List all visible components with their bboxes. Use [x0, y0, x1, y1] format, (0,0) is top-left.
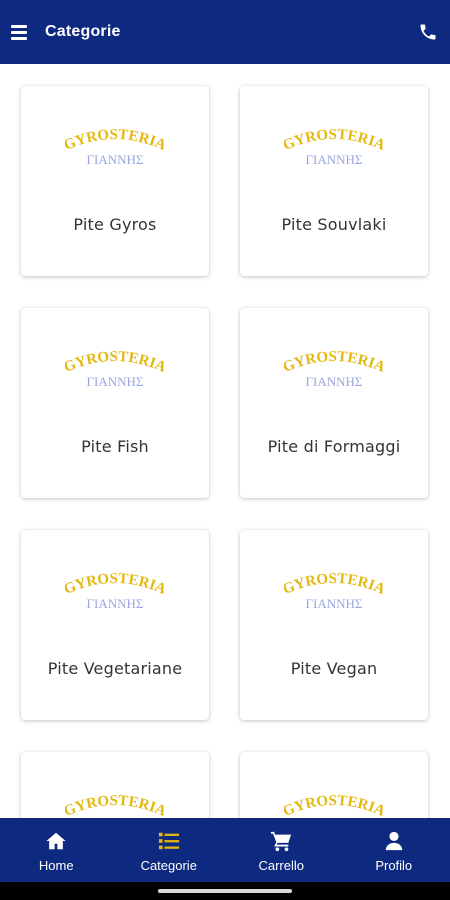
menu-icon[interactable]: [11, 24, 31, 40]
gyrosteria-logo: GYROSTERIA ΓΙΑΝΝΗΣ: [284, 794, 384, 818]
nav-label-profilo: Profilo: [375, 858, 413, 873]
page-title: Categorie: [45, 23, 121, 40]
cart-icon: [271, 831, 292, 852]
user-icon: [385, 831, 402, 851]
nav-item-profilo[interactable]: Profilo: [338, 818, 450, 882]
nav-label-home: Home: [38, 858, 74, 873]
svg-text:ΓΙΑΝΝΗΣ: ΓΙΑΝΝΗΣ: [87, 152, 144, 167]
nav-item-categorie[interactable]: Categorie: [113, 818, 226, 882]
category-card-7[interactable]: GYROSTERIA ΓΙΑΝΝΗΣ: [21, 752, 209, 818]
gyrosteria-logo: GYROSTERIA ΓΙΑΝΝΗΣ: [65, 350, 165, 389]
gyrosteria-logo: GYROSTERIA ΓΙΑΝΝΗΣ: [65, 572, 165, 611]
phone-icon[interactable]: [418, 22, 438, 42]
svg-text:ΓΙΑΝΝΗΣ: ΓΙΑΝΝΗΣ: [87, 374, 144, 389]
category-label: Pite Vegetariane: [47, 659, 183, 678]
home-gesture-bar[interactable]: [158, 889, 292, 893]
svg-text:GYROSTERIA: GYROSTERIA: [65, 128, 165, 154]
category-label: Pite Souvlaki: [281, 215, 387, 234]
nav-item-carrello[interactable]: Carrello: [225, 818, 338, 882]
nav-label-carrello: Carrello: [258, 858, 304, 873]
svg-text:GYROSTERIA: GYROSTERIA: [284, 794, 384, 818]
gyrosteria-logo: GYROSTERIA ΓΙΑΝΝΗΣ: [65, 794, 165, 818]
gyrosteria-logo: GYROSTERIA ΓΙΑΝΝΗΣ: [65, 128, 165, 167]
system-navigation-bar: [0, 882, 450, 900]
app-bar: Categorie: [0, 0, 450, 64]
category-label: Pite di Formaggi: [267, 437, 401, 456]
category-card-6[interactable]: GYROSTERIA ΓΙΑΝΝΗΣ Pite Vegan: [240, 530, 428, 720]
gyrosteria-logo: GYROSTERIA ΓΙΑΝΝΗΣ: [284, 572, 384, 611]
category-label: Pite Vegan: [290, 659, 378, 678]
svg-text:GYROSTERIA: GYROSTERIA: [65, 572, 165, 598]
category-card-8[interactable]: GYROSTERIA ΓΙΑΝΝΗΣ: [240, 752, 428, 818]
svg-text:GYROSTERIA: GYROSTERIA: [284, 572, 384, 598]
category-label: Pite Gyros: [73, 215, 157, 234]
list-icon: [158, 832, 179, 850]
nav-item-home[interactable]: Home: [0, 818, 113, 882]
category-grid: GYROSTERIA ΓΙΑΝΝΗΣ Pite Gyros GYROSTERIA…: [0, 64, 450, 818]
nav-label-categorie: Categorie: [140, 858, 197, 873]
svg-text:ΓΙΑΝΝΗΣ: ΓΙΑΝΝΗΣ: [87, 596, 144, 611]
gyrosteria-logo: GYROSTERIA ΓΙΑΝΝΗΣ: [284, 350, 384, 389]
svg-text:GYROSTERIA: GYROSTERIA: [284, 350, 384, 376]
bottom-navigation: Home Categorie Carrello Profilo: [0, 818, 450, 882]
category-card-5[interactable]: GYROSTERIA ΓΙΑΝΝΗΣ Pite Vegetariane: [21, 530, 209, 720]
category-label: Pite Fish: [81, 437, 149, 456]
category-card-1[interactable]: GYROSTERIA ΓΙΑΝΝΗΣ Pite Gyros: [21, 86, 209, 276]
svg-text:GYROSTERIA: GYROSTERIA: [65, 794, 165, 818]
home-icon: [46, 832, 66, 850]
category-card-2[interactable]: GYROSTERIA ΓΙΑΝΝΗΣ Pite Souvlaki: [240, 86, 428, 276]
category-card-3[interactable]: GYROSTERIA ΓΙΑΝΝΗΣ Pite Fish: [21, 308, 209, 498]
svg-text:ΓΙΑΝΝΗΣ: ΓΙΑΝΝΗΣ: [306, 374, 363, 389]
svg-text:ΓΙΑΝΝΗΣ: ΓΙΑΝΝΗΣ: [306, 152, 363, 167]
svg-text:GYROSTERIA: GYROSTERIA: [284, 128, 384, 154]
category-card-4[interactable]: GYROSTERIA ΓΙΑΝΝΗΣ Pite di Formaggi: [240, 308, 428, 498]
svg-text:GYROSTERIA: GYROSTERIA: [65, 350, 165, 376]
gyrosteria-logo: GYROSTERIA ΓΙΑΝΝΗΣ: [284, 128, 384, 167]
svg-text:ΓΙΑΝΝΗΣ: ΓΙΑΝΝΗΣ: [306, 596, 363, 611]
